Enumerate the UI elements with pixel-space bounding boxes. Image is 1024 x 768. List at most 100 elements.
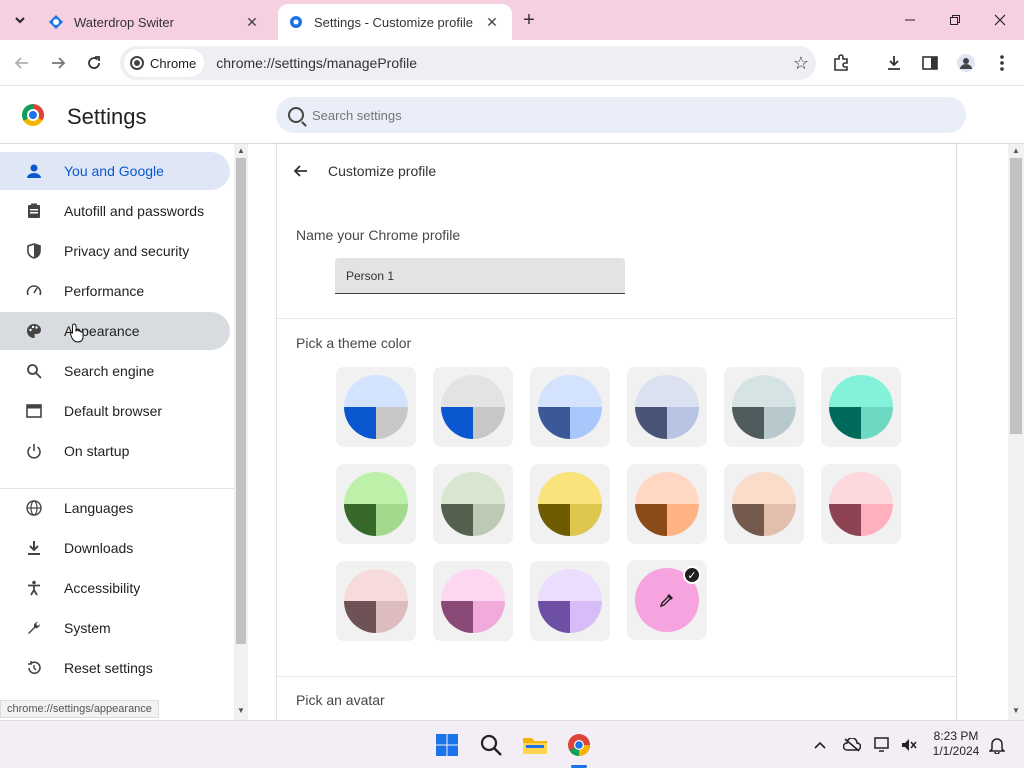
scroll-up-arrow-icon[interactable]: ▲ — [234, 146, 248, 158]
theme-color-segment — [376, 504, 408, 536]
theme-color-swatch[interactable] — [530, 464, 610, 544]
download-icon — [888, 56, 900, 70]
settings-search-box[interactable] — [276, 97, 966, 133]
tab-waterdrop[interactable]: Waterdrop Switer ✕ — [38, 4, 272, 40]
close-icon — [994, 14, 1006, 26]
theme-color-swatch[interactable] — [821, 464, 901, 544]
sidebar-item-appearance[interactable]: Appearance — [0, 312, 230, 350]
tab-settings[interactable]: Settings - Customize profile ✕ — [278, 4, 512, 40]
close-window-button[interactable] — [986, 8, 1014, 32]
back-button[interactable] — [9, 50, 35, 76]
theme-color-segment — [538, 504, 570, 536]
theme-color-circle — [344, 375, 408, 439]
windows-start-icon[interactable] — [431, 729, 463, 761]
sidebar-item-label: Reset settings — [64, 660, 153, 676]
scroll-down-arrow-icon[interactable]: ▼ — [234, 706, 248, 718]
theme-color-swatch[interactable] — [433, 561, 513, 641]
theme-color-segment — [732, 375, 796, 407]
theme-color-segment — [344, 601, 376, 633]
notification-bell-icon[interactable] — [987, 735, 1007, 755]
theme-color-swatch[interactable] — [821, 367, 901, 447]
profile-button[interactable] — [954, 52, 978, 74]
scrollbar-thumb[interactable] — [1010, 158, 1022, 434]
scrollbar-thumb[interactable] — [236, 158, 246, 644]
power-icon — [24, 441, 44, 461]
person-icon — [24, 161, 44, 181]
extensions-button[interactable] — [829, 52, 853, 74]
profile-name-field[interactable] — [335, 258, 625, 294]
theme-color-segment — [376, 601, 408, 633]
address-bar[interactable]: Chrome chrome://settings/manageProfile ☆ — [120, 46, 816, 80]
search-icon[interactable] — [475, 729, 507, 761]
profile-name-input[interactable] — [346, 268, 606, 283]
forward-button[interactable] — [45, 50, 71, 76]
sidebar-item-system[interactable]: System — [0, 609, 230, 647]
reset-icon — [24, 658, 44, 678]
restore-button[interactable] — [941, 8, 969, 32]
theme-color-swatch[interactable] — [433, 464, 513, 544]
theme-color-circle — [635, 472, 699, 536]
sidebar-item-you-and-google[interactable]: You and Google — [0, 152, 230, 190]
reload-button[interactable] — [81, 50, 107, 76]
palette-icon — [24, 321, 44, 341]
theme-color-swatch[interactable] — [336, 464, 416, 544]
section-heading-theme: Pick a theme color — [296, 335, 412, 351]
sidebar-item-downloads[interactable]: Downloads — [0, 529, 230, 567]
theme-color-swatch[interactable] — [530, 367, 610, 447]
tab-strip: Waterdrop Switer ✕ Settings - Customize … — [0, 0, 1024, 40]
sidebar-item-autofill[interactable]: Autofill and passwords — [0, 192, 230, 230]
volume-muted-icon[interactable] — [899, 735, 919, 755]
theme-color-segment — [829, 407, 861, 439]
sidebar-item-privacy[interactable]: Privacy and security — [0, 232, 230, 270]
back-arrow-icon[interactable] — [290, 160, 312, 182]
file-explorer-icon[interactable] — [519, 729, 551, 761]
sidebar-item-performance[interactable]: Performance — [0, 272, 230, 310]
theme-color-circle — [441, 375, 505, 439]
chrome-icon[interactable] — [563, 729, 595, 761]
close-tab-icon[interactable]: ✕ — [242, 12, 262, 32]
sidebar-item-languages[interactable]: Languages — [0, 489, 230, 527]
section-heading-name: Name your Chrome profile — [296, 227, 461, 243]
system-clock[interactable]: 8:23 PM 1/1/2024 — [924, 729, 988, 759]
scroll-up-arrow-icon[interactable]: ▲ — [1008, 146, 1024, 158]
scroll-down-arrow-icon[interactable]: ▼ — [1008, 706, 1024, 718]
menu-button[interactable] — [990, 52, 1014, 74]
theme-color-swatch[interactable] — [724, 464, 804, 544]
theme-color-swatch[interactable] — [336, 367, 416, 447]
theme-color-swatch[interactable] — [627, 464, 707, 544]
sidebar-item-default-browser[interactable]: Default browser — [0, 392, 230, 430]
cloud-offline-icon[interactable] — [842, 735, 862, 755]
theme-color-segment — [538, 601, 570, 633]
site-info-chip[interactable]: Chrome — [124, 49, 205, 77]
minimize-button[interactable] — [896, 8, 924, 32]
sidebar-item-accessibility[interactable]: Accessibility — [0, 569, 230, 607]
close-tab-icon[interactable]: ✕ — [482, 12, 502, 32]
theme-color-swatch[interactable] — [336, 561, 416, 641]
tab-search-button[interactable] — [8, 8, 32, 32]
downloads-button[interactable] — [882, 52, 906, 74]
sidebar-item-on-startup[interactable]: On startup — [0, 432, 230, 470]
puzzle-icon — [834, 54, 848, 71]
new-tab-button[interactable]: + — [518, 10, 540, 32]
bookmark-star-icon[interactable]: ☆ — [786, 53, 816, 74]
theme-color-circle — [538, 569, 602, 633]
theme-color-swatch[interactable] — [530, 561, 610, 641]
url-text[interactable]: chrome://settings/manageProfile — [216, 55, 786, 71]
eyedropper-icon — [659, 594, 673, 608]
sidebar-item-reset[interactable]: Reset settings — [0, 649, 230, 687]
theme-color-swatch[interactable] — [724, 367, 804, 447]
kebab-menu-icon — [1000, 55, 1004, 71]
sidebar-item-search-engine[interactable]: Search engine — [0, 352, 230, 390]
tab-title: Waterdrop Switer — [74, 14, 174, 30]
custom-color-swatch[interactable]: ✓ — [627, 560, 707, 640]
theme-color-swatch[interactable] — [433, 367, 513, 447]
sidebar-item-label: Privacy and security — [64, 243, 190, 259]
side-panel-button[interactable] — [918, 52, 942, 74]
theme-color-segment — [732, 407, 764, 439]
network-icon[interactable] — [873, 735, 893, 755]
show-hidden-icons-chevron-icon[interactable] — [810, 735, 830, 755]
main-scrollbar[interactable]: ▲ ▼ — [1008, 144, 1024, 720]
sidebar-scrollbar[interactable]: ▲ ▼ — [234, 144, 248, 720]
theme-color-swatch[interactable] — [627, 367, 707, 447]
search-input[interactable] — [312, 107, 912, 123]
